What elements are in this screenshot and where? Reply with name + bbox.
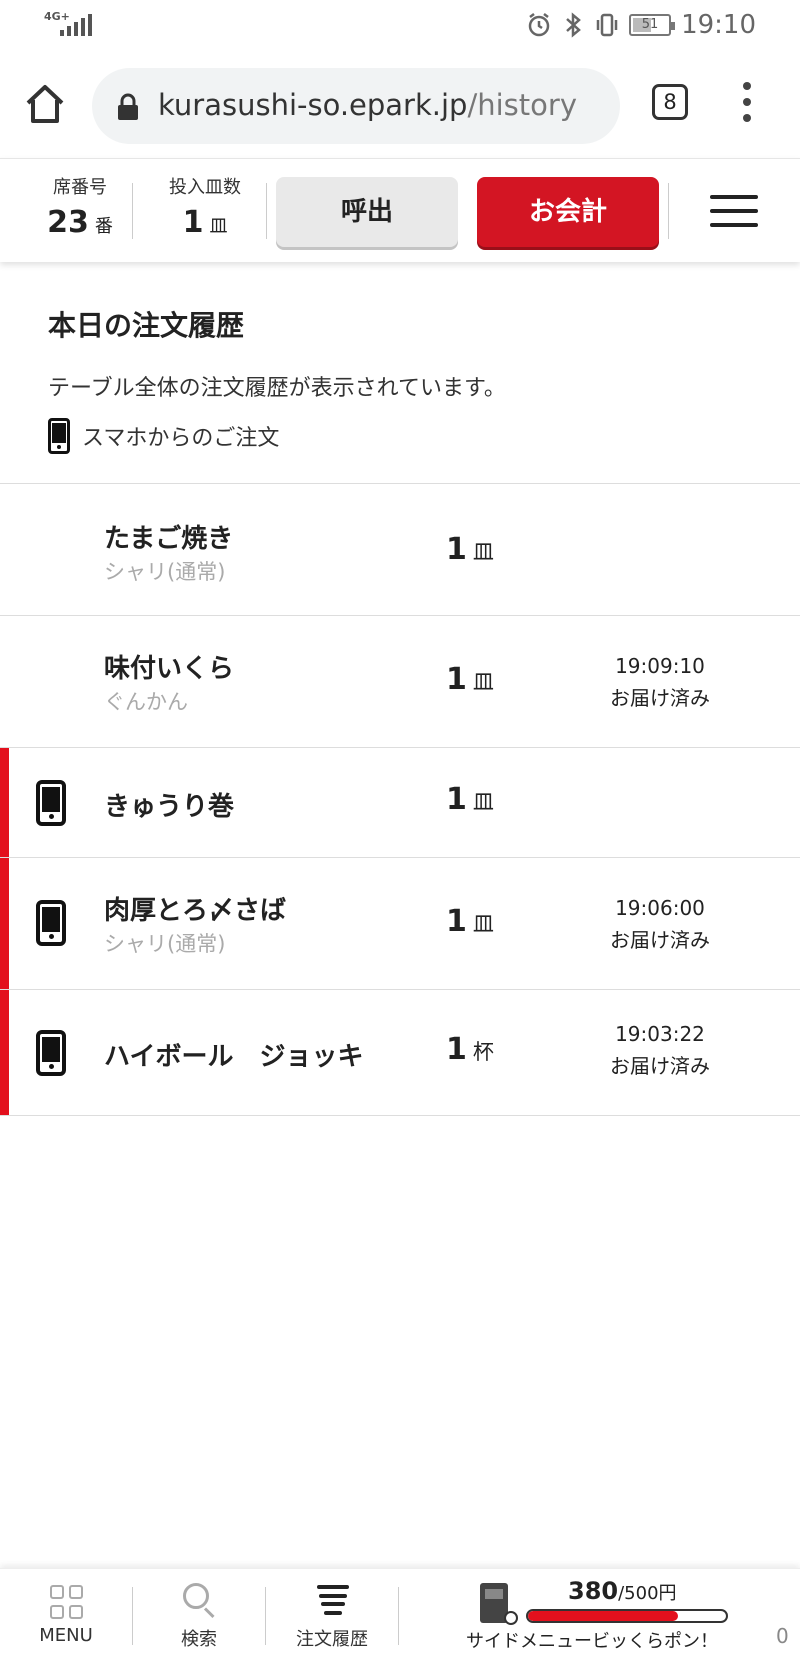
seat-label: 席番号 xyxy=(53,177,107,198)
order-item-option: シャリ(通常) xyxy=(104,560,226,584)
divider xyxy=(132,183,133,239)
clock: 19:10 xyxy=(681,10,756,40)
order-qty-unit: 皿 xyxy=(472,670,494,694)
list-stack-icon xyxy=(316,1585,350,1615)
grid-icon xyxy=(50,1585,84,1619)
order-time: 19:03:22 xyxy=(615,1022,705,1046)
order-item-name: たまご焼き xyxy=(104,524,234,554)
battery-level: 51 xyxy=(641,17,659,32)
promo-progress-fill xyxy=(528,1611,679,1621)
home-icon[interactable] xyxy=(22,81,68,127)
order-qty: 1 xyxy=(446,904,467,939)
nav-history-label: 注文履歴 xyxy=(296,1629,368,1650)
order-status: お届け済み xyxy=(610,928,710,952)
seat-unit: 番 xyxy=(94,216,113,237)
order-qty-unit: 皿 xyxy=(472,540,494,564)
plates-count-block: 投入皿数 1皿 xyxy=(150,173,260,240)
divider xyxy=(266,183,267,239)
order-qty: 1 xyxy=(446,782,467,817)
bluetooth-icon xyxy=(566,12,581,38)
order-time: 19:06:00 xyxy=(615,896,705,920)
nav-search[interactable]: 検索 xyxy=(133,1569,265,1662)
plates-count: 1 xyxy=(182,205,204,240)
corner-counter: 0 xyxy=(776,1624,789,1648)
nav-order-history[interactable]: 注文履歴 xyxy=(266,1569,398,1662)
order-item-option: シャリ(通常) xyxy=(104,932,226,956)
divider xyxy=(398,1587,399,1645)
order-row: 肉厚とろ〆さば シャリ(通常) 1皿 19:06:00 お届け済み xyxy=(0,858,800,990)
order-item-name: 肉厚とろ〆さば xyxy=(104,896,287,926)
address-bar[interactable]: kurasushi-so.epark.jp/history xyxy=(92,68,620,144)
page-description: テーブル全体の注文履歴が表示されています。 xyxy=(48,376,506,401)
smartphone-icon xyxy=(36,1030,66,1076)
hamburger-menu-icon[interactable] xyxy=(710,195,758,227)
promo-goal: /500円 xyxy=(618,1583,677,1604)
legend-label: スマホからのご注文 xyxy=(82,426,280,451)
order-qty: 1 xyxy=(446,532,467,567)
order-time: 19:09:10 xyxy=(615,654,705,678)
url-path: /history xyxy=(467,88,577,122)
divider xyxy=(668,183,669,239)
search-icon xyxy=(183,1583,217,1619)
order-row: たまご焼き シャリ(通常) 1皿 xyxy=(0,484,800,616)
signal-icon xyxy=(60,14,92,36)
vibrate-icon xyxy=(596,13,618,37)
promo-label: サイドメニュービッくらポン！ xyxy=(466,1631,718,1652)
order-row: ハイボール ジョッキ 1杯 19:03:22 お届け済み xyxy=(0,990,800,1116)
lock-icon xyxy=(118,93,138,120)
page-title: 本日の注文履歴 xyxy=(48,309,245,342)
nav-search-label: 検索 xyxy=(181,1629,217,1650)
url-domain: kurasushi-so.epark.jp xyxy=(158,88,468,122)
order-qty-unit: 皿 xyxy=(472,912,494,936)
order-history-list: たまご焼き シャリ(通常) 1皿 味付いくら ぐんかん 1皿 19:09:10 … xyxy=(0,484,800,1116)
status-bar: 4G+ 51 19:10 xyxy=(0,0,800,54)
tab-switcher-button[interactable]: 8 xyxy=(652,84,688,120)
order-item-name: ハイボール ジョッキ xyxy=(104,1042,364,1072)
order-row: 味付いくら ぐんかん 1皿 19:09:10 お届け済み xyxy=(0,616,800,748)
status-icons: 51 19:10 xyxy=(527,10,756,40)
smartphone-icon xyxy=(36,780,66,826)
battery-icon: 51 xyxy=(629,14,676,36)
nav-menu[interactable]: MENU xyxy=(0,1569,132,1662)
promo-amount: 380/500円 xyxy=(568,1577,677,1605)
app-header: 席番号 23 番 投入皿数 1皿 呼出 お会計 xyxy=(0,158,800,262)
promo-current: 380 xyxy=(568,1577,619,1605)
checkout-button[interactable]: お会計 xyxy=(477,177,659,247)
smartphone-icon xyxy=(48,418,70,454)
order-row: きゅうり巻 1皿 xyxy=(0,748,800,858)
order-item-option: ぐんかん xyxy=(104,690,188,714)
order-qty: 1 xyxy=(446,1032,467,1067)
order-qty-unit: 杯 xyxy=(472,1040,494,1064)
plates-unit: 皿 xyxy=(209,216,228,237)
bottom-navigation: MENU 検索 注文履歴 380/500円 サイドメニュービッくらポン！ xyxy=(0,1568,800,1662)
nav-menu-label: MENU xyxy=(39,1625,93,1646)
url-text: kurasushi-so.epark.jp/history xyxy=(158,88,577,122)
order-status: お届け済み xyxy=(610,1054,710,1078)
seat-number-block: 席番号 23 番 xyxy=(30,173,130,240)
order-item-name: 味付いくら xyxy=(104,654,235,684)
order-status: お届け済み xyxy=(610,686,710,710)
smartphone-icon xyxy=(36,900,66,946)
order-qty: 1 xyxy=(446,662,467,697)
mobile-order-legend: スマホからのご注文 xyxy=(48,418,279,454)
plates-label: 投入皿数 xyxy=(169,177,241,198)
promo-progress-bar xyxy=(526,1609,728,1623)
order-qty-unit: 皿 xyxy=(472,790,494,814)
seat-number: 23 xyxy=(47,205,89,240)
call-staff-button[interactable]: 呼出 xyxy=(276,177,458,247)
alarm-icon xyxy=(528,13,550,37)
history-intro: 本日の注文履歴 テーブル全体の注文履歴が表示されています。 スマホからのご注文 xyxy=(0,262,800,484)
bikkura-pon-promo[interactable]: 380/500円 サイドメニュービッくらポン！ xyxy=(466,1569,740,1662)
browser-menu-icon[interactable] xyxy=(740,82,754,122)
browser-toolbar: kurasushi-so.epark.jp/history 8 xyxy=(0,54,800,158)
order-item-name: きゅうり巻 xyxy=(104,792,235,822)
capsule-icon xyxy=(504,1611,518,1625)
